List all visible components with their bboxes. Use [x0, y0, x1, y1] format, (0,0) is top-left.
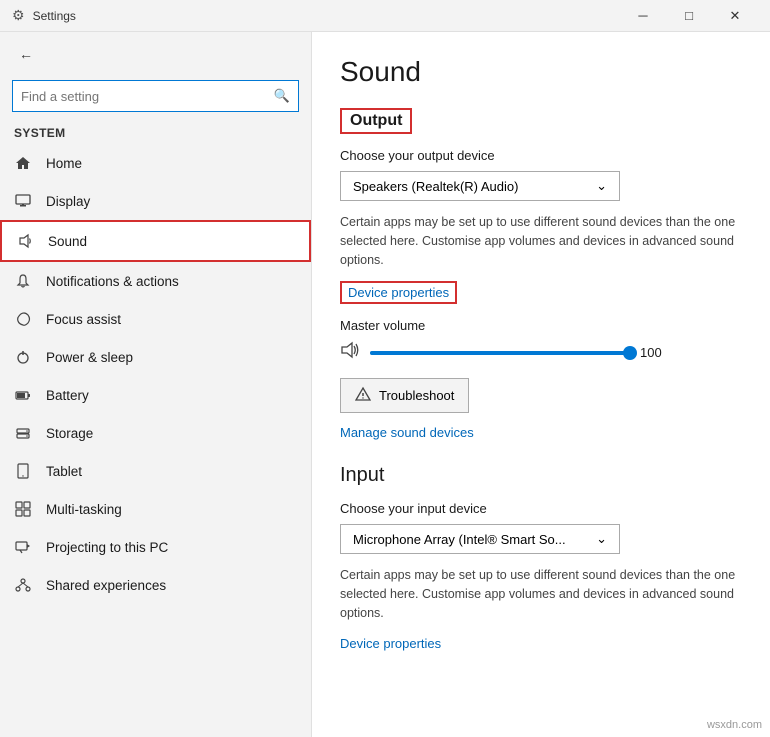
battery-icon — [14, 386, 32, 404]
troubleshoot-label: Troubleshoot — [379, 388, 454, 403]
volume-value: 100 — [640, 345, 670, 360]
sidebar-nav-header: ← — [0, 32, 311, 76]
output-device-value: Speakers (Realtek(R) Audio) — [353, 179, 518, 194]
input-section: Input Choose your input device Microphon… — [340, 464, 742, 652]
notifications-icon — [14, 272, 32, 290]
sidebar-item-label: Display — [46, 194, 90, 209]
content-area: Sound Output Choose your output device S… — [312, 32, 770, 737]
output-device-label: Choose your output device — [340, 148, 742, 163]
sidebar: ← 🔍 System Home Display Sound — [0, 32, 312, 737]
sidebar-item-label: Shared experiences — [46, 578, 166, 593]
manage-sound-devices-link[interactable]: Manage sound devices — [340, 425, 742, 440]
warning-icon — [355, 386, 371, 405]
input-device-dropdown[interactable]: Microphone Array (Intel® Smart So... ⌄ — [340, 524, 620, 554]
titlebar-controls: ─ □ ✕ — [620, 0, 758, 32]
output-info-text: Certain apps may be set up to use differ… — [340, 213, 740, 269]
sidebar-item-label: Power & sleep — [46, 350, 133, 365]
settings-icon: ⚙ — [12, 7, 25, 24]
output-device-dropdown[interactable]: Speakers (Realtek(R) Audio) ⌄ — [340, 171, 620, 201]
display-icon — [14, 192, 32, 210]
input-device-properties-link[interactable]: Device properties — [340, 636, 441, 651]
chevron-down-icon: ⌄ — [596, 531, 607, 547]
multitasking-icon — [14, 500, 32, 518]
search-box[interactable]: 🔍 — [12, 80, 299, 112]
sidebar-item-label: Tablet — [46, 464, 82, 479]
sidebar-item-label: Battery — [46, 388, 89, 403]
storage-icon — [14, 424, 32, 442]
sidebar-item-home[interactable]: Home — [0, 144, 311, 182]
sidebar-item-multitasking[interactable]: Multi-tasking — [0, 490, 311, 528]
volume-icon — [340, 341, 360, 364]
output-device-properties-link[interactable]: Device properties — [340, 281, 457, 304]
output-header: Output — [340, 108, 412, 134]
chevron-down-icon: ⌄ — [596, 178, 607, 194]
sidebar-item-projecting[interactable]: Projecting to this PC — [0, 528, 311, 566]
sidebar-item-label: Storage — [46, 426, 93, 441]
sidebar-item-notifications[interactable]: Notifications & actions — [0, 262, 311, 300]
power-icon — [14, 348, 32, 366]
sidebar-section-label: System — [0, 120, 311, 144]
projecting-icon — [14, 538, 32, 556]
shared-icon — [14, 576, 32, 594]
volume-slider-fill — [370, 351, 630, 355]
volume-row: 100 — [340, 341, 742, 364]
input-device-label: Choose your input device — [340, 501, 742, 516]
sidebar-item-storage[interactable]: Storage — [0, 414, 311, 452]
volume-slider-thumb — [623, 346, 637, 360]
sidebar-item-label: Multi-tasking — [46, 502, 122, 517]
close-button[interactable]: ✕ — [712, 0, 758, 32]
home-icon — [14, 154, 32, 172]
page-title: Sound — [340, 56, 742, 88]
master-volume-label: Master volume — [340, 318, 742, 333]
back-button[interactable]: ← — [12, 40, 40, 68]
output-section: Output Choose your output device Speaker… — [340, 108, 742, 440]
sidebar-item-display[interactable]: Display — [0, 182, 311, 220]
sidebar-item-tablet[interactable]: Tablet — [0, 452, 311, 490]
titlebar-title: Settings — [33, 9, 620, 23]
sidebar-item-label: Sound — [48, 234, 87, 249]
tablet-icon — [14, 462, 32, 480]
sidebar-item-sound[interactable]: Sound — [0, 220, 311, 262]
sidebar-item-label: Notifications & actions — [46, 274, 179, 289]
sidebar-item-label: Home — [46, 156, 82, 171]
sidebar-item-shared[interactable]: Shared experiences — [0, 566, 311, 604]
volume-slider[interactable] — [370, 351, 630, 355]
sidebar-item-label: Projecting to this PC — [46, 540, 168, 555]
main-layout: ← 🔍 System Home Display Sound — [0, 32, 770, 737]
input-header: Input — [340, 464, 742, 487]
sidebar-item-focus[interactable]: Focus assist — [0, 300, 311, 338]
maximize-button[interactable]: □ — [666, 0, 712, 32]
sidebar-item-label: Focus assist — [46, 312, 121, 327]
search-input[interactable] — [21, 89, 274, 104]
input-info-text: Certain apps may be set up to use differ… — [340, 566, 740, 622]
titlebar: ⚙ Settings ─ □ ✕ — [0, 0, 770, 32]
sidebar-item-battery[interactable]: Battery — [0, 376, 311, 414]
input-device-value: Microphone Array (Intel® Smart So... — [353, 532, 566, 547]
troubleshoot-button[interactable]: Troubleshoot — [340, 378, 469, 413]
search-icon: 🔍 — [274, 88, 290, 104]
sidebar-item-power[interactable]: Power & sleep — [0, 338, 311, 376]
focus-icon — [14, 310, 32, 328]
minimize-button[interactable]: ─ — [620, 0, 666, 32]
sound-icon — [16, 232, 34, 250]
